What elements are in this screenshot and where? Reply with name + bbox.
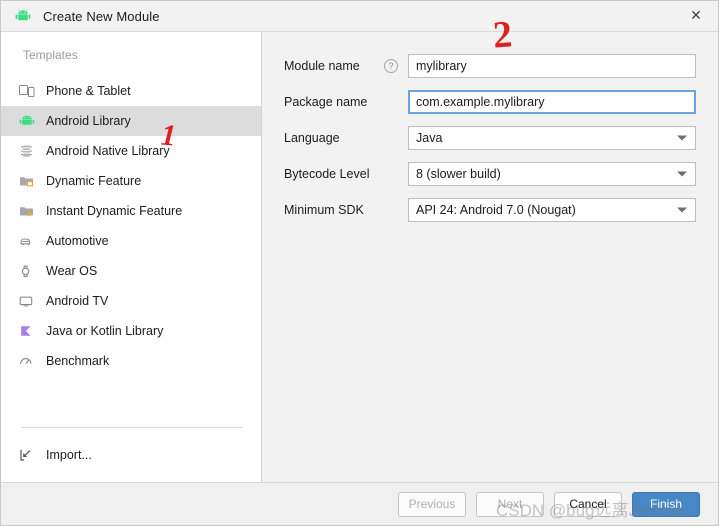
module-form-panel: Module name ? mylibrary Package name com… [262, 32, 718, 482]
sidebar-item-android-library[interactable]: Android Library [1, 106, 261, 136]
title-bar: Create New Module ✕ [1, 1, 718, 32]
package-name-label: Package name [284, 95, 368, 109]
android-robot-icon [19, 113, 37, 129]
android-robot-icon [15, 8, 31, 24]
watch-icon [19, 263, 37, 279]
language-select[interactable]: Java [408, 126, 696, 150]
templates-header: Templates [23, 48, 78, 62]
language-value: Java [416, 131, 443, 145]
form-row-minimum-sdk: Minimum SDK API 24: Android 7.0 (Nougat) [284, 192, 696, 228]
sidebar-item-label: Instant Dynamic Feature [46, 204, 183, 218]
sidebar-item-automotive[interactable]: Automotive [1, 226, 261, 256]
close-icon[interactable]: ✕ [674, 1, 718, 30]
dialog-footer: Previous Next Cancel Finish [1, 482, 718, 525]
templates-sidebar: Templates Phone & Tablet Android Library… [1, 32, 262, 482]
dialog-body: Templates Phone & Tablet Android Library… [1, 32, 718, 482]
next-button[interactable]: Next [476, 491, 544, 517]
chevron-down-icon [677, 135, 687, 141]
form-row-language: Language Java [284, 120, 696, 156]
bytecode-level-value: 8 (slower build) [416, 167, 501, 181]
import-arrow-icon [19, 447, 37, 463]
package-name-input[interactable]: com.example.mylibrary [408, 90, 696, 114]
cancel-button[interactable]: Cancel [554, 491, 622, 517]
chevron-down-icon [677, 171, 687, 177]
car-icon [19, 233, 37, 249]
minimum-sdk-select[interactable]: API 24: Android 7.0 (Nougat) [408, 198, 696, 222]
module-name-value: mylibrary [416, 59, 467, 73]
sidebar-item-phone-tablet[interactable]: Phone & Tablet [1, 76, 261, 106]
create-new-module-dialog: Create New Module ✕ Templates Phone & Ta… [0, 0, 719, 526]
language-label: Language [284, 131, 340, 145]
dynamic-feature-folder-icon [19, 173, 37, 189]
sidebar-item-label: Automotive [46, 234, 109, 248]
instant-dynamic-feature-folder-icon [19, 203, 37, 219]
sidebar-item-android-native-library[interactable]: Android Native Library [1, 136, 261, 166]
window-title: Create New Module [43, 8, 160, 24]
form-row-package-name: Package name com.example.mylibrary [284, 84, 696, 120]
form-rows: Module name ? mylibrary Package name com… [262, 32, 718, 228]
sidebar-item-wear-os[interactable]: Wear OS [1, 256, 261, 286]
sidebar-divider [21, 427, 243, 428]
package-name-value: com.example.mylibrary [416, 95, 545, 109]
help-question-icon[interactable]: ? [384, 59, 398, 73]
import-label: Import... [46, 448, 92, 462]
previous-button[interactable]: Previous [398, 491, 466, 517]
minimum-sdk-label: Minimum SDK [284, 203, 364, 217]
sidebar-item-label: Java or Kotlin Library [46, 324, 164, 338]
sidebar-item-label: Benchmark [46, 354, 110, 368]
sidebar-item-instant-dynamic-feature[interactable]: Instant Dynamic Feature [1, 196, 261, 226]
templates-list: Phone & Tablet Android Library Android N… [1, 76, 261, 417]
sidebar-item-label: Dynamic Feature [46, 174, 142, 188]
sidebar-item-dynamic-feature[interactable]: Dynamic Feature [1, 166, 261, 196]
finish-button[interactable]: Finish [632, 491, 700, 517]
form-row-bytecode-level: Bytecode Level 8 (slower build) [284, 156, 696, 192]
bytecode-level-label: Bytecode Level [284, 167, 370, 181]
sidebar-item-label: Wear OS [46, 264, 98, 278]
sidebar-item-label: Android Library [46, 114, 131, 128]
tv-icon [19, 293, 37, 309]
minimum-sdk-value: API 24: Android 7.0 (Nougat) [416, 203, 576, 217]
form-row-module-name: Module name ? mylibrary [284, 48, 696, 84]
sidebar-footer: Import... [1, 442, 261, 482]
sidebar-item-java-or-kotlin-library[interactable]: Java or Kotlin Library [1, 316, 261, 346]
module-name-input[interactable]: mylibrary [408, 54, 696, 78]
benchmark-gauge-icon [19, 353, 37, 369]
sidebar-item-android-tv[interactable]: Android TV [1, 286, 261, 316]
sidebar-item-benchmark[interactable]: Benchmark [1, 346, 261, 376]
module-name-label: Module name [284, 59, 360, 73]
sidebar-item-label: Android TV [46, 294, 109, 308]
import-item[interactable]: Import... [19, 442, 261, 468]
native-chip-icon [19, 143, 37, 159]
sidebar-item-label: Android Native Library [46, 144, 170, 158]
bytecode-level-select[interactable]: 8 (slower build) [408, 162, 696, 186]
sidebar-item-label: Phone & Tablet [46, 84, 131, 98]
phone-tablet-icon [19, 83, 37, 99]
kotlin-icon [19, 323, 37, 339]
chevron-down-icon [677, 207, 687, 213]
